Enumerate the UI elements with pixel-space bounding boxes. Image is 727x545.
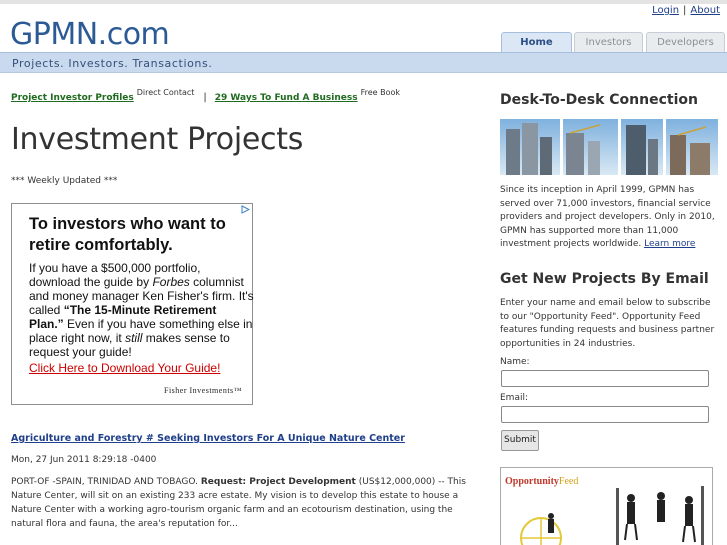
ad-brand-logo: Fisher Investments™	[164, 386, 242, 395]
tagline-bar: Projects. Investors. Transactions.	[0, 52, 727, 73]
main-content: Project Investor ProfilesDirect Contact |…	[11, 88, 481, 529]
email-label: Email:	[500, 393, 529, 403]
ad-download-link[interactable]: Click Here to Download Your Guide!	[29, 361, 220, 375]
tab-investors[interactable]: Investors	[574, 32, 643, 53]
weekly-updated-note: *** Weekly Updated ***	[11, 176, 118, 186]
sidebar: Desk-To-Desk Connection Since its incept…	[500, 92, 718, 545]
skyline-photo	[500, 119, 718, 175]
tagline: Projects. Investors. Transactions.	[12, 57, 213, 70]
promo-separator: |	[203, 92, 207, 103]
desk-to-desk-heading: Desk-To-Desk Connection	[500, 92, 698, 108]
name-input[interactable]	[501, 370, 709, 387]
tab-home[interactable]: Home	[501, 32, 572, 54]
ad-headline[interactable]: To investors who want to retire comforta…	[29, 214, 239, 256]
free-book-note: Free Book	[360, 88, 401, 97]
about-gpmn-text: Since its inception in April 1999, GPMN …	[500, 185, 715, 249]
advertisement[interactable]: To investors who want to retire comforta…	[11, 203, 254, 405]
ad-choices-icon[interactable]	[241, 205, 251, 214]
name-label: Name:	[500, 357, 530, 367]
ad-body: If you have a $500,000 portfolio, downlo…	[29, 261, 254, 359]
article-title-link[interactable]: Agriculture and Forestry # Seeking Inves…	[11, 433, 405, 444]
email-signup-heading: Get New Projects By Email	[500, 271, 709, 287]
top-links: Login | About	[652, 5, 720, 16]
site-logo[interactable]: GPMN.com	[10, 20, 170, 50]
email-input[interactable]	[501, 406, 709, 423]
page-title: Investment Projects	[11, 122, 304, 157]
top-links-separator: |	[683, 5, 687, 16]
business-people-illustration	[520, 486, 704, 545]
direct-contact-note: Direct Contact	[136, 88, 195, 97]
top-strip	[0, 0, 727, 4]
ways-to-fund-link[interactable]: 29 Ways To Fund A Business	[215, 93, 358, 103]
about-link[interactable]: About	[690, 5, 720, 16]
submit-button[interactable]: Submit	[501, 430, 539, 451]
promo-links: Project Investor ProfilesDirect Contact |…	[11, 88, 481, 104]
article-excerpt: PORT-OF -SPAIN, TRINIDAD AND TOBAGO. Req…	[11, 477, 466, 529]
learn-more-link[interactable]: Learn more	[644, 239, 695, 249]
opportunity-feed-banner[interactable]: OpportunityFeed	[500, 467, 713, 545]
email-signup-text: Enter your name and email below to subsc…	[500, 298, 715, 349]
login-link[interactable]: Login	[652, 5, 679, 16]
project-investor-profiles-link[interactable]: Project Investor Profiles	[11, 93, 134, 103]
article-date: Mon, 27 Jun 2011 8:29:18 -0400	[11, 455, 157, 465]
tab-developers[interactable]: Developers	[646, 32, 725, 53]
